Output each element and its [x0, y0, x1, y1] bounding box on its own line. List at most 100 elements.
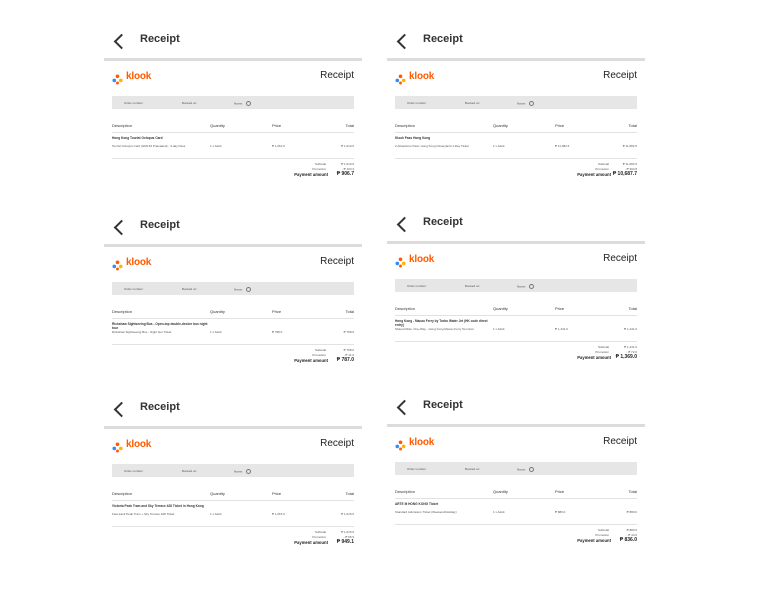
- item-total: ₱ 1,441.0: [624, 327, 637, 331]
- col-total: Total: [628, 306, 637, 311]
- back-arrow-icon[interactable]: [396, 399, 413, 416]
- brand-name: klook: [126, 71, 152, 82]
- item-row-divider: [395, 524, 637, 525]
- item-price: ₱ 1,010.0: [272, 144, 285, 148]
- item-title: Victoria Peak Tram and Sky Terrace 428 T…: [112, 504, 204, 508]
- order-info-bar: Order number: Booked on: Name:: [112, 96, 354, 109]
- col-total: Total: [345, 491, 354, 496]
- receipt-heading: Receipt: [320, 70, 354, 81]
- customer-name: Name:: [234, 101, 251, 106]
- col-price: Price: [555, 306, 565, 311]
- receipt-panel: Receipt klook Receipt Order number: Book…: [387, 211, 645, 387]
- subtotal-value: ₱ 1,015.0: [341, 530, 354, 534]
- back-arrow-icon[interactable]: [396, 33, 413, 50]
- subtotal-label: Subtotal: [314, 348, 326, 352]
- item-total: ₱ 11,082.5: [622, 144, 637, 148]
- page-title: Receipt: [423, 33, 463, 45]
- promotion-label: Promotion: [312, 535, 326, 539]
- col-total: Total: [628, 489, 637, 494]
- order-number: Order number:: [124, 469, 144, 473]
- back-arrow-icon[interactable]: [396, 216, 413, 233]
- item-quantity: 1 x Adult: [210, 330, 222, 334]
- promotion-label: Promotion: [595, 167, 609, 171]
- back-arrow-icon[interactable]: [113, 219, 130, 236]
- header-row-divider: [112, 132, 354, 133]
- col-total: Total: [345, 309, 354, 314]
- subtotal-value: ₱ 1,441.0: [624, 345, 637, 349]
- order-info-bar: Order number: Booked on: Name:: [395, 96, 637, 109]
- table-header: Description Quantity Price Total: [112, 491, 354, 499]
- klook-logo-icon: [112, 72, 123, 85]
- subtotal-value: ₱ 798.0: [343, 348, 354, 352]
- customer-name: Name:: [517, 101, 534, 106]
- receipt-heading: Receipt: [320, 256, 354, 267]
- col-total: Total: [628, 123, 637, 128]
- col-description: Description: [395, 123, 416, 128]
- page-title: Receipt: [140, 219, 180, 231]
- item-price: ₱ 880.0: [555, 510, 566, 514]
- item-row-divider: [395, 341, 637, 342]
- subtotal-label: Subtotal: [597, 162, 609, 166]
- item-title: ARTE M HONG KONG Ticket: [395, 502, 439, 506]
- col-price: Price: [272, 491, 282, 496]
- receipt-card: klook Receipt Order number: Booked on: N…: [387, 61, 645, 204]
- top-bar: Receipt: [387, 394, 645, 424]
- promotion-label: Promotion: [595, 350, 609, 354]
- item-price: ₱ 11,082.5: [555, 144, 570, 148]
- payment-amount-value: ₱ 787.0: [336, 357, 354, 363]
- order-number: Order number:: [407, 101, 427, 105]
- order-number: Order number:: [407, 467, 427, 471]
- item-title: Klook Pass Hong Kong: [395, 136, 431, 140]
- info-icon[interactable]: [528, 467, 534, 472]
- customer-name: Name:: [234, 287, 251, 292]
- table-header: Description Quantity Price Total: [395, 489, 637, 497]
- col-description: Description: [395, 489, 416, 494]
- item-price: ₱ 1,015.0: [272, 512, 285, 516]
- col-price: Price: [272, 123, 282, 128]
- info-icon[interactable]: [528, 284, 534, 289]
- item-description: Tourist Octopus Card (HK$ 50 Preloaded) …: [112, 144, 186, 148]
- payment-amount-label: Payment amount: [294, 358, 328, 363]
- receipt-panel: Receipt klook Receipt Order number: Book…: [104, 28, 362, 204]
- receipt-panel: Receipt klook Receipt Order number: Book…: [387, 394, 645, 570]
- info-icon[interactable]: [245, 287, 251, 292]
- col-description: Description: [112, 491, 133, 496]
- info-icon[interactable]: [245, 101, 251, 106]
- receipt-heading: Receipt: [320, 438, 354, 449]
- info-icon[interactable]: [528, 101, 534, 106]
- item-price: ₱ 1,441.0: [555, 327, 568, 331]
- subtotal-label: Subtotal: [314, 162, 326, 166]
- payment-amount-value: ₱ 1,369.0: [615, 354, 637, 360]
- payment-amount-label: Payment amount: [577, 172, 611, 177]
- payment-amount-value: ₱ 949.1: [336, 539, 354, 545]
- item-quantity: 1 x Adult: [493, 510, 505, 514]
- item-quantity: 1 x Adult: [210, 144, 222, 148]
- order-info-bar: Order number: Booked on: Name:: [395, 279, 637, 292]
- col-quantity: Quantity: [493, 123, 508, 128]
- klook-logo-icon: [395, 438, 406, 451]
- booked-on: Booked on:: [182, 287, 198, 291]
- item-row-divider: [395, 158, 637, 159]
- order-info-bar: Order number: Booked on: Name:: [112, 282, 354, 295]
- booked-on: Booked on:: [182, 469, 198, 473]
- subtotal-label: Subtotal: [314, 530, 326, 534]
- klook-logo-icon: [112, 440, 123, 453]
- item-row-divider: [112, 158, 354, 159]
- header-row-divider: [112, 318, 354, 319]
- payment-amount-value: ₱ 906.7: [336, 171, 354, 177]
- customer-name: Name:: [234, 469, 251, 474]
- item-row-divider: [112, 526, 354, 527]
- promotion-label: Promotion: [312, 167, 326, 171]
- header-row-divider: [395, 132, 637, 133]
- klook-logo-icon: [395, 255, 406, 268]
- item-title: Rickshaw Sightseeing Bus - Open-top doub…: [112, 322, 208, 330]
- back-arrow-icon[interactable]: [113, 33, 130, 50]
- receipt-heading: Receipt: [603, 70, 637, 81]
- col-description: Description: [112, 123, 133, 128]
- item-total: ₱ 880.0: [626, 510, 637, 514]
- info-icon[interactable]: [245, 469, 251, 474]
- back-arrow-icon[interactable]: [113, 401, 130, 418]
- item-quantity: 1 x Adult: [493, 144, 505, 148]
- promotion-label: Promotion: [595, 533, 609, 537]
- order-number: Order number:: [124, 101, 144, 105]
